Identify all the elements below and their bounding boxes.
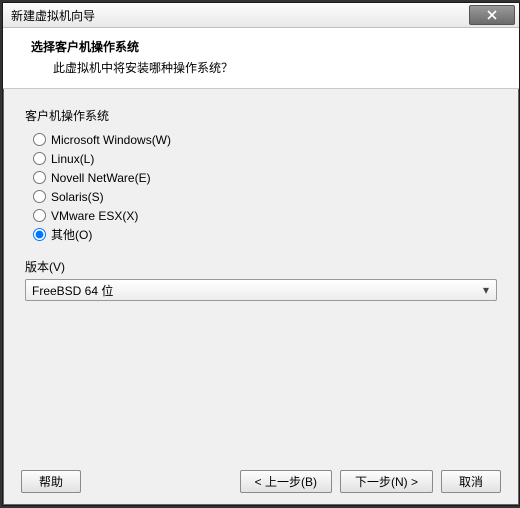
guest-os-radio[interactable] <box>33 209 46 222</box>
wizard-footer: 帮助 < 上一步(B) 下一步(N) > 取消 <box>3 457 519 505</box>
close-button[interactable] <box>469 5 515 25</box>
guest-os-radio[interactable] <box>33 133 46 146</box>
guest-os-option[interactable]: VMware ESX(X) <box>33 206 497 225</box>
guest-os-section-label: 客户机操作系统 <box>25 107 497 124</box>
version-label: 版本(V) <box>25 258 497 275</box>
guest-os-option[interactable]: Microsoft Windows(W) <box>33 130 497 149</box>
next-button[interactable]: 下一步(N) > <box>340 470 433 493</box>
guest-os-option-label[interactable]: Microsoft Windows(W) <box>51 133 171 147</box>
back-button[interactable]: < 上一步(B) <box>240 470 332 493</box>
titlebar: 新建虚拟机向导 <box>3 3 519 28</box>
guest-os-radio[interactable] <box>33 171 46 184</box>
guest-os-option-label[interactable]: Novell NetWare(E) <box>51 171 151 185</box>
guest-os-option-label[interactable]: VMware ESX(X) <box>51 209 138 223</box>
wizard-header: 选择客户机操作系统 此虚拟机中将安装哪种操作系统？ <box>3 28 519 89</box>
guest-os-option-label[interactable]: Solaris(S) <box>51 190 104 204</box>
wizard-window: 新建虚拟机向导 选择客户机操作系统 此虚拟机中将安装哪种操作系统？ 客户机操作系… <box>2 2 520 506</box>
header-title: 选择客户机操作系统 <box>3 38 519 55</box>
guest-os-option[interactable]: 其他(O) <box>33 225 497 244</box>
chevron-down-icon: ▾ <box>479 283 493 297</box>
guest-os-option[interactable]: Novell NetWare(E) <box>33 168 497 187</box>
window-title: 新建虚拟机向导 <box>3 7 95 24</box>
guest-os-option-label[interactable]: Linux(L) <box>51 152 94 166</box>
guest-os-radio-group: Microsoft Windows(W) Linux(L) Novell NetWa… <box>25 130 497 244</box>
guest-os-option[interactable]: Linux(L) <box>33 149 497 168</box>
cancel-button[interactable]: 取消 <box>441 470 501 493</box>
guest-os-option-label[interactable]: 其他(O) <box>51 226 92 243</box>
guest-os-radio[interactable] <box>33 152 46 165</box>
guest-os-radio[interactable] <box>33 190 46 203</box>
version-selected-text: FreeBSD 64 位 <box>32 282 113 299</box>
header-subtitle: 此虚拟机中将安装哪种操作系统？ <box>3 59 519 76</box>
guest-os-option[interactable]: Solaris(S) <box>33 187 497 206</box>
help-button[interactable]: 帮助 <box>21 470 81 493</box>
guest-os-radio[interactable] <box>33 228 46 241</box>
version-combobox[interactable]: FreeBSD 64 位 ▾ <box>25 279 497 301</box>
close-icon <box>487 10 497 20</box>
wizard-content: 客户机操作系统 Microsoft Windows(W) Linux(L) Nove… <box>3 89 519 457</box>
